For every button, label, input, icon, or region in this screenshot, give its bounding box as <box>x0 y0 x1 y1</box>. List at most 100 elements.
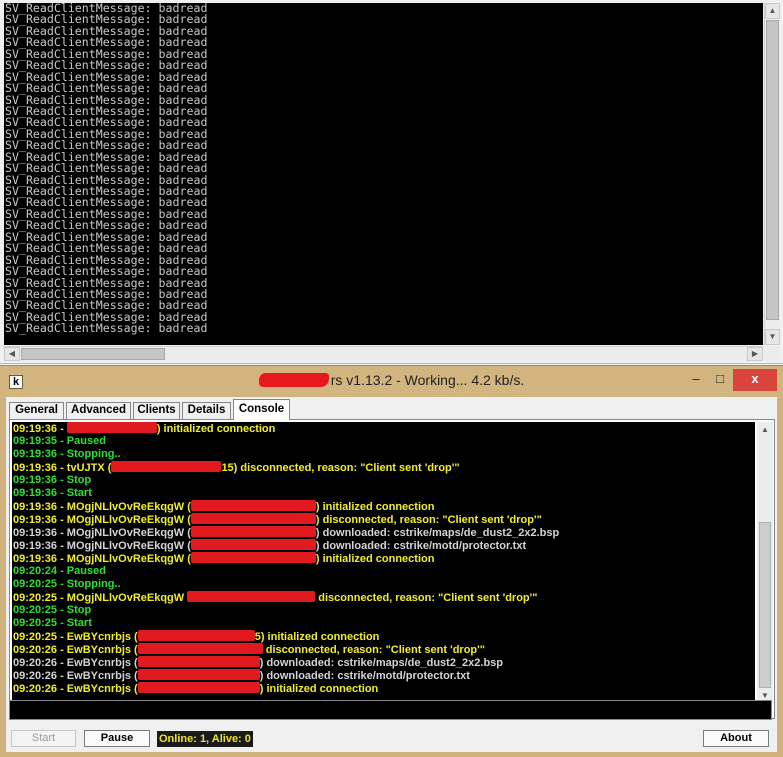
status-text: Online: 1, Alive: 0 <box>157 731 253 747</box>
pause-button[interactable]: Pause <box>84 730 150 747</box>
scrollbar-corner <box>764 346 780 361</box>
server-console-output: SV_ReadClientMessage: badread SV_ReadClie… <box>4 3 763 345</box>
log-line-text: 09:19:36 - MOgjNLlvOvReEkqgW ( <box>13 553 191 565</box>
log-line: 09:20:26 - EwBYcnrbjs ( disconnected, re… <box>13 643 755 656</box>
log-line: 09:20:25 - MOgjNLlvOvReEkqgW disconnecte… <box>13 591 755 604</box>
redaction-mark <box>137 669 260 680</box>
log-line-text: 09:19:35 - Paused <box>13 435 106 447</box>
server-console-window: SV_ReadClientMessage: badread SV_ReadClie… <box>0 0 783 364</box>
log-line-text: ) initialized connection <box>156 423 276 435</box>
log-line: 09:20:24 - Paused <box>13 565 755 578</box>
scroll-up-icon[interactable]: ▲ <box>765 3 780 19</box>
log-line-text: 09:20:25 - MOgjNLlvOvReEkqgW <box>13 592 188 604</box>
console-log-lines: 09:19:36 - ) initialized connection 09:19… <box>12 422 755 695</box>
log-line: 09:19:36 - Start <box>13 487 755 500</box>
redaction-mark <box>258 373 329 387</box>
log-line: 09:19:36 - MOgjNLlvOvReEkqgW () initiali… <box>13 500 755 513</box>
log-line-text: ) initialized connection <box>315 553 435 565</box>
log-line-text: 09:19:36 - <box>13 423 67 435</box>
log-line: 09:20:26 - EwBYcnrbjs () initialized con… <box>13 682 755 695</box>
tab-general[interactable]: General <box>9 402 64 419</box>
log-line-text: ) downloaded: cstrike/maps/de_dust2_2x2.… <box>315 527 560 539</box>
tab-console[interactable]: Console <box>233 399 290 420</box>
tab-details[interactable]: Details <box>182 402 231 419</box>
minimize-button[interactable]: – <box>684 369 708 391</box>
redaction-mark <box>137 682 260 693</box>
log-line-text: 09:20:26 - EwBYcnrbjs ( <box>13 644 138 656</box>
log-line: 09:19:35 - Paused <box>13 435 755 448</box>
redaction-mark <box>190 513 316 524</box>
log-line-text: 09:20:25 - Stopping.. <box>13 578 121 590</box>
scroll-left-icon[interactable]: ◀ <box>4 347 20 361</box>
log-line-text: 09:19:36 - MOgjNLlvOvReEkqgW ( <box>13 514 191 526</box>
server-console-horizontal-scrollbar[interactable]: ◀ ▶ <box>4 346 763 361</box>
log-line: 09:19:36 - MOgjNLlvOvReEkqgW ( ) disconne… <box>13 513 755 526</box>
log-line: 09:20:26 - EwBYcnrbjs () downloaded: cst… <box>13 669 755 682</box>
log-line-text: 09:19:36 - Start <box>13 487 92 499</box>
maximize-button[interactable]: □ <box>708 369 732 391</box>
console-tab-panel: 09:19:36 - ) initialized connection 09:19… <box>9 419 775 719</box>
log-line-text: ) disconnected, reason: "Client sent 'dr… <box>315 514 542 526</box>
window-title-text: rs v1.13.2 - Working... 4.2 kb/s. <box>330 372 525 388</box>
redaction-mark <box>137 630 255 641</box>
command-input[interactable] <box>9 700 772 720</box>
log-line-text: ) downloaded: cstrike/maps/de_dust2_2x2.… <box>259 657 504 669</box>
log-line-text: 09:20:25 - EwBYcnrbjs ( <box>13 631 138 643</box>
start-button[interactable]: Start <box>11 730 76 747</box>
log-line: 09:19:36 - MOgjNLlvOvReEkqgW ( ) download… <box>13 539 755 552</box>
scrollbar-thumb[interactable] <box>759 522 771 688</box>
log-line-text: 09:20:24 - Paused <box>13 565 106 577</box>
scroll-up-icon[interactable]: ▲ <box>757 422 773 438</box>
app-window: k rs v1.13.2 - Working... 4.2 kb/s. – □ … <box>0 365 783 757</box>
log-line-text: ) downloaded: cstrike/motd/protector.txt <box>259 670 470 682</box>
window-title: rs v1.13.2 - Working... 4.2 kb/s. <box>0 372 783 388</box>
scroll-right-icon[interactable]: ▶ <box>747 347 763 361</box>
tab-advanced[interactable]: Advanced <box>66 402 131 419</box>
redaction-mark <box>66 422 157 433</box>
log-line: 09:20:26 - EwBYcnrbjs ( ) downloaded: cst… <box>13 656 755 669</box>
close-button[interactable]: x <box>733 369 777 391</box>
redaction-mark <box>111 461 222 472</box>
console-log-scrollbar[interactable]: ▲ ▼ <box>757 422 773 704</box>
log-line-text: ) initialized connection <box>315 501 435 513</box>
redaction-mark <box>190 552 316 563</box>
console-line: SV_ReadClientMessage: badread <box>5 321 208 336</box>
redaction-mark <box>190 526 316 537</box>
log-line-text: 15) disconnected, reason: "Client sent '… <box>221 462 460 474</box>
log-line: 09:19:36 - MOgjNLlvOvReEkqgW ( ) initiali… <box>13 552 755 565</box>
tab-clients[interactable]: Clients <box>133 402 180 419</box>
log-line-text: disconnected, reason: "Client sent 'drop… <box>315 592 538 604</box>
log-line: 09:19:36 - Stopping.. <box>13 448 755 461</box>
scroll-down-icon[interactable]: ▼ <box>765 329 780 345</box>
scrollbar-thumb[interactable] <box>21 348 165 360</box>
scrollbar-thumb[interactable] <box>766 20 779 320</box>
log-line: 09:19:36 - Stop <box>13 474 755 487</box>
redaction-mark <box>190 500 316 511</box>
server-console-lines: SV_ReadClientMessage: badread SV_ReadClie… <box>4 3 763 335</box>
title-bar[interactable]: k rs v1.13.2 - Working... 4.2 kb/s. – □ … <box>0 366 783 398</box>
log-line: 09:20:25 - Start <box>13 617 755 630</box>
log-line-text: 09:19:36 - MOgjNLlvOvReEkqgW ( <box>13 527 191 539</box>
window-client-area: General Advanced Clients Details Console… <box>6 397 777 752</box>
log-line-text: 09:20:25 - Stop <box>13 604 92 616</box>
log-line-text: 09:20:25 - Start <box>13 617 92 629</box>
log-line: 09:20:25 - Stopping.. <box>13 578 755 591</box>
log-line-text: disconnected, reason: "Client sent 'drop… <box>262 644 485 656</box>
log-line-text: 5) initialized connection <box>254 631 380 643</box>
log-line-text: ) initialized connection <box>259 683 379 695</box>
log-line-text: 09:19:36 - MOgjNLlvOvReEkqgW ( <box>13 540 191 552</box>
log-line-text: 09:19:36 - Stopping.. <box>13 448 121 460</box>
log-line-text: ) downloaded: cstrike/motd/protector.txt <box>315 540 527 552</box>
redaction-mark <box>137 656 260 667</box>
log-line-text: 09:20:26 - EwBYcnrbjs ( <box>13 657 138 669</box>
log-line: 09:19:36 - MOgjNLlvOvReEkqgW ( ) download… <box>13 526 755 539</box>
console-log: 09:19:36 - ) initialized connection 09:19… <box>12 422 755 704</box>
log-line-text: 09:19:36 - Stop <box>13 474 92 486</box>
log-line: 09:20:25 - Stop <box>13 604 755 617</box>
log-line-text: 09:19:36 - tvUJTX ( <box>13 462 112 474</box>
about-button[interactable]: About <box>703 730 769 747</box>
redaction-mark <box>137 643 263 654</box>
log-line: 09:19:36 - tvUJTX ( 15) disconnected, rea… <box>13 461 755 474</box>
redaction-mark <box>187 591 316 602</box>
server-console-vertical-scrollbar[interactable]: ▲ ▼ <box>764 3 780 345</box>
